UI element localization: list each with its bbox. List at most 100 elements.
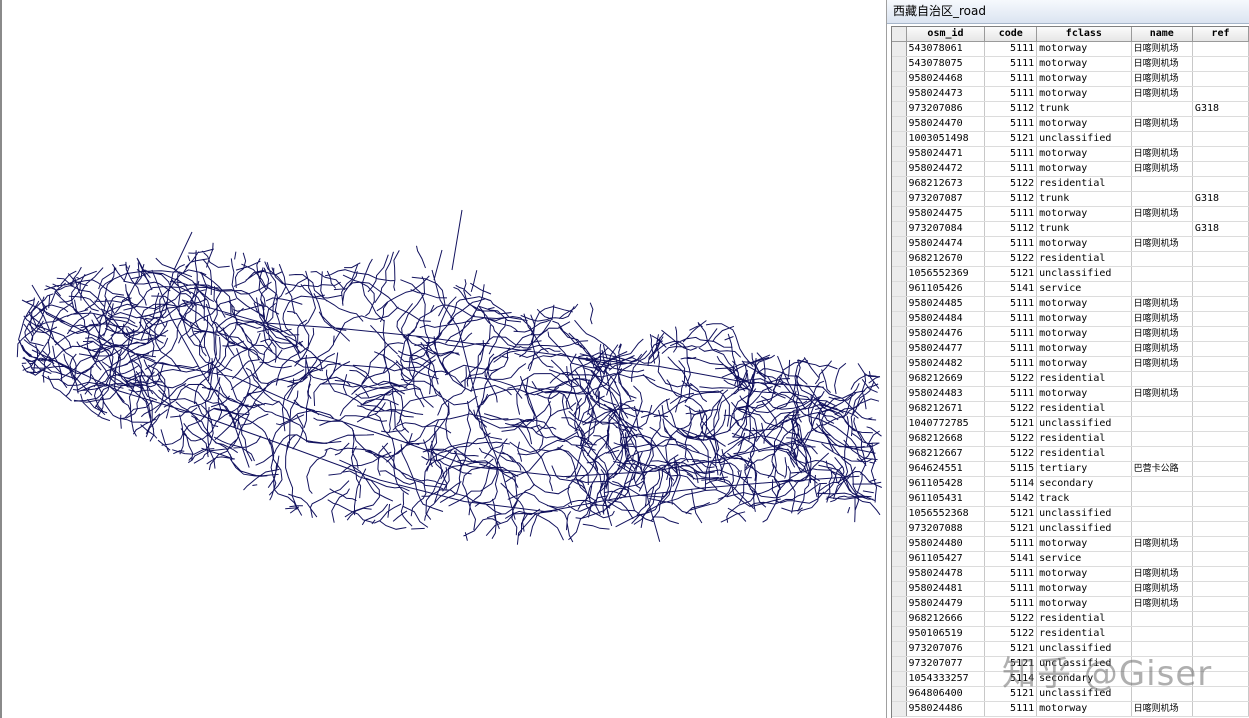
cell-fclass[interactable]: motorway [1036, 41, 1132, 57]
row-selector[interactable] [892, 56, 907, 72]
cell-ref[interactable] [1192, 431, 1249, 447]
cell-osm-id[interactable]: 961105426 [906, 281, 986, 297]
table-row[interactable]: 961105431 5142 track [892, 491, 1249, 507]
cell-osm-id[interactable]: 968212669 [906, 371, 986, 387]
cell-ref[interactable] [1192, 161, 1249, 177]
cell-fclass[interactable]: residential [1036, 446, 1132, 462]
cell-fclass[interactable]: residential [1036, 371, 1132, 387]
cell-osm-id[interactable]: 1003051498 [906, 131, 986, 147]
cell-code[interactable]: 5141 [984, 551, 1038, 567]
cell-code[interactable]: 5112 [984, 101, 1038, 117]
cell-fclass[interactable]: service [1036, 551, 1132, 567]
cell-code[interactable]: 5121 [984, 266, 1038, 282]
cell-fclass[interactable]: motorway [1036, 581, 1132, 597]
cell-name[interactable]: 巴营卡公路 [1131, 461, 1193, 477]
cell-osm-id[interactable]: 961105428 [906, 476, 986, 492]
cell-fclass[interactable]: trunk [1036, 101, 1132, 117]
cell-fclass[interactable]: motorway [1036, 56, 1132, 72]
attribute-table-area[interactable]: osm_id code fclass name ref 543078061 511… [891, 26, 1249, 718]
cell-code[interactable]: 5141 [984, 281, 1038, 297]
cell-osm-id[interactable]: 964624551 [906, 461, 986, 477]
cell-ref[interactable] [1192, 266, 1249, 282]
table-row[interactable]: 973207088 5121 unclassified [892, 521, 1249, 537]
row-selector[interactable] [892, 101, 907, 117]
table-row[interactable]: 950106519 5122 residential [892, 626, 1249, 642]
row-selector[interactable] [892, 656, 907, 672]
cell-name[interactable] [1131, 521, 1193, 537]
cell-osm-id[interactable]: 968212666 [906, 611, 986, 627]
cell-fclass[interactable]: unclassified [1036, 506, 1132, 522]
table-row[interactable]: 961105428 5114 secondary [892, 476, 1249, 492]
cell-osm-id[interactable]: 964806400 [906, 686, 986, 702]
cell-osm-id[interactable]: 968212671 [906, 401, 986, 417]
table-row[interactable]: 958024484 5111 motorway 日喀则机场 [892, 311, 1249, 327]
row-selector[interactable] [892, 176, 907, 192]
cell-name[interactable]: 日喀则机场 [1131, 41, 1193, 57]
row-selector[interactable] [892, 86, 907, 102]
cell-fclass[interactable]: residential [1036, 176, 1132, 192]
cell-name[interactable]: 日喀则机场 [1131, 206, 1193, 222]
cell-ref[interactable] [1192, 416, 1249, 432]
cell-name[interactable] [1131, 401, 1193, 417]
cell-code[interactable]: 5112 [984, 191, 1038, 207]
row-selector[interactable] [892, 71, 907, 87]
cell-fclass[interactable]: motorway [1036, 566, 1132, 582]
table-row[interactable]: 1003051498 5121 unclassified [892, 131, 1249, 147]
row-selector[interactable] [892, 626, 907, 642]
table-row[interactable]: 543078075 5111 motorway 日喀则机场 [892, 56, 1249, 72]
cell-code[interactable]: 5114 [984, 476, 1038, 492]
cell-name[interactable]: 日喀则机场 [1131, 296, 1193, 312]
row-selector[interactable] [892, 461, 907, 477]
cell-ref[interactable] [1192, 116, 1249, 132]
row-selector[interactable] [892, 161, 907, 177]
cell-osm-id[interactable]: 958024485 [906, 296, 986, 312]
row-selector[interactable] [892, 671, 907, 687]
cell-code[interactable]: 5111 [984, 386, 1038, 402]
cell-code[interactable]: 5111 [984, 581, 1038, 597]
column-header-name[interactable]: name [1131, 27, 1193, 42]
cell-ref[interactable] [1192, 41, 1249, 57]
cell-name[interactable] [1131, 221, 1193, 237]
cell-name[interactable]: 日喀则机场 [1131, 86, 1193, 102]
cell-code[interactable]: 5122 [984, 446, 1038, 462]
cell-ref[interactable] [1192, 281, 1249, 297]
row-selector[interactable] [892, 446, 907, 462]
cell-code[interactable]: 5111 [984, 341, 1038, 357]
cell-ref[interactable] [1192, 566, 1249, 582]
cell-name[interactable] [1131, 506, 1193, 522]
cell-ref[interactable] [1192, 146, 1249, 162]
cell-ref[interactable] [1192, 56, 1249, 72]
row-selector[interactable] [892, 581, 907, 597]
cell-code[interactable]: 5122 [984, 401, 1038, 417]
cell-ref[interactable] [1192, 506, 1249, 522]
cell-code[interactable]: 5122 [984, 371, 1038, 387]
cell-name[interactable] [1131, 656, 1193, 672]
cell-ref[interactable] [1192, 536, 1249, 552]
cell-osm-id[interactable]: 958024473 [906, 86, 986, 102]
cell-fclass[interactable]: secondary [1036, 671, 1132, 687]
cell-fclass[interactable]: motorway [1036, 296, 1132, 312]
table-row[interactable]: 958024471 5111 motorway 日喀则机场 [892, 146, 1249, 162]
table-row[interactable]: 961105427 5141 service [892, 551, 1249, 567]
cell-code[interactable]: 5122 [984, 611, 1038, 627]
cell-ref[interactable] [1192, 206, 1249, 222]
table-row[interactable]: 1056552369 5121 unclassified [892, 266, 1249, 282]
row-selector[interactable] [892, 266, 907, 282]
cell-code[interactable]: 5111 [984, 56, 1038, 72]
cell-name[interactable]: 日喀则机场 [1131, 326, 1193, 342]
header-selector-cell[interactable] [892, 27, 907, 42]
row-selector[interactable] [892, 251, 907, 267]
table-row[interactable]: 958024468 5111 motorway 日喀则机场 [892, 71, 1249, 87]
cell-osm-id[interactable]: 968212667 [906, 446, 986, 462]
row-selector[interactable] [892, 116, 907, 132]
cell-osm-id[interactable]: 968212673 [906, 176, 986, 192]
cell-code[interactable]: 5121 [984, 131, 1038, 147]
cell-osm-id[interactable]: 958024472 [906, 161, 986, 177]
cell-name[interactable]: 日喀则机场 [1131, 116, 1193, 132]
cell-code[interactable]: 5121 [984, 521, 1038, 537]
cell-fclass[interactable]: motorway [1036, 86, 1132, 102]
cell-ref[interactable] [1192, 521, 1249, 537]
cell-name[interactable] [1131, 176, 1193, 192]
cell-code[interactable]: 5111 [984, 116, 1038, 132]
row-selector[interactable] [892, 431, 907, 447]
